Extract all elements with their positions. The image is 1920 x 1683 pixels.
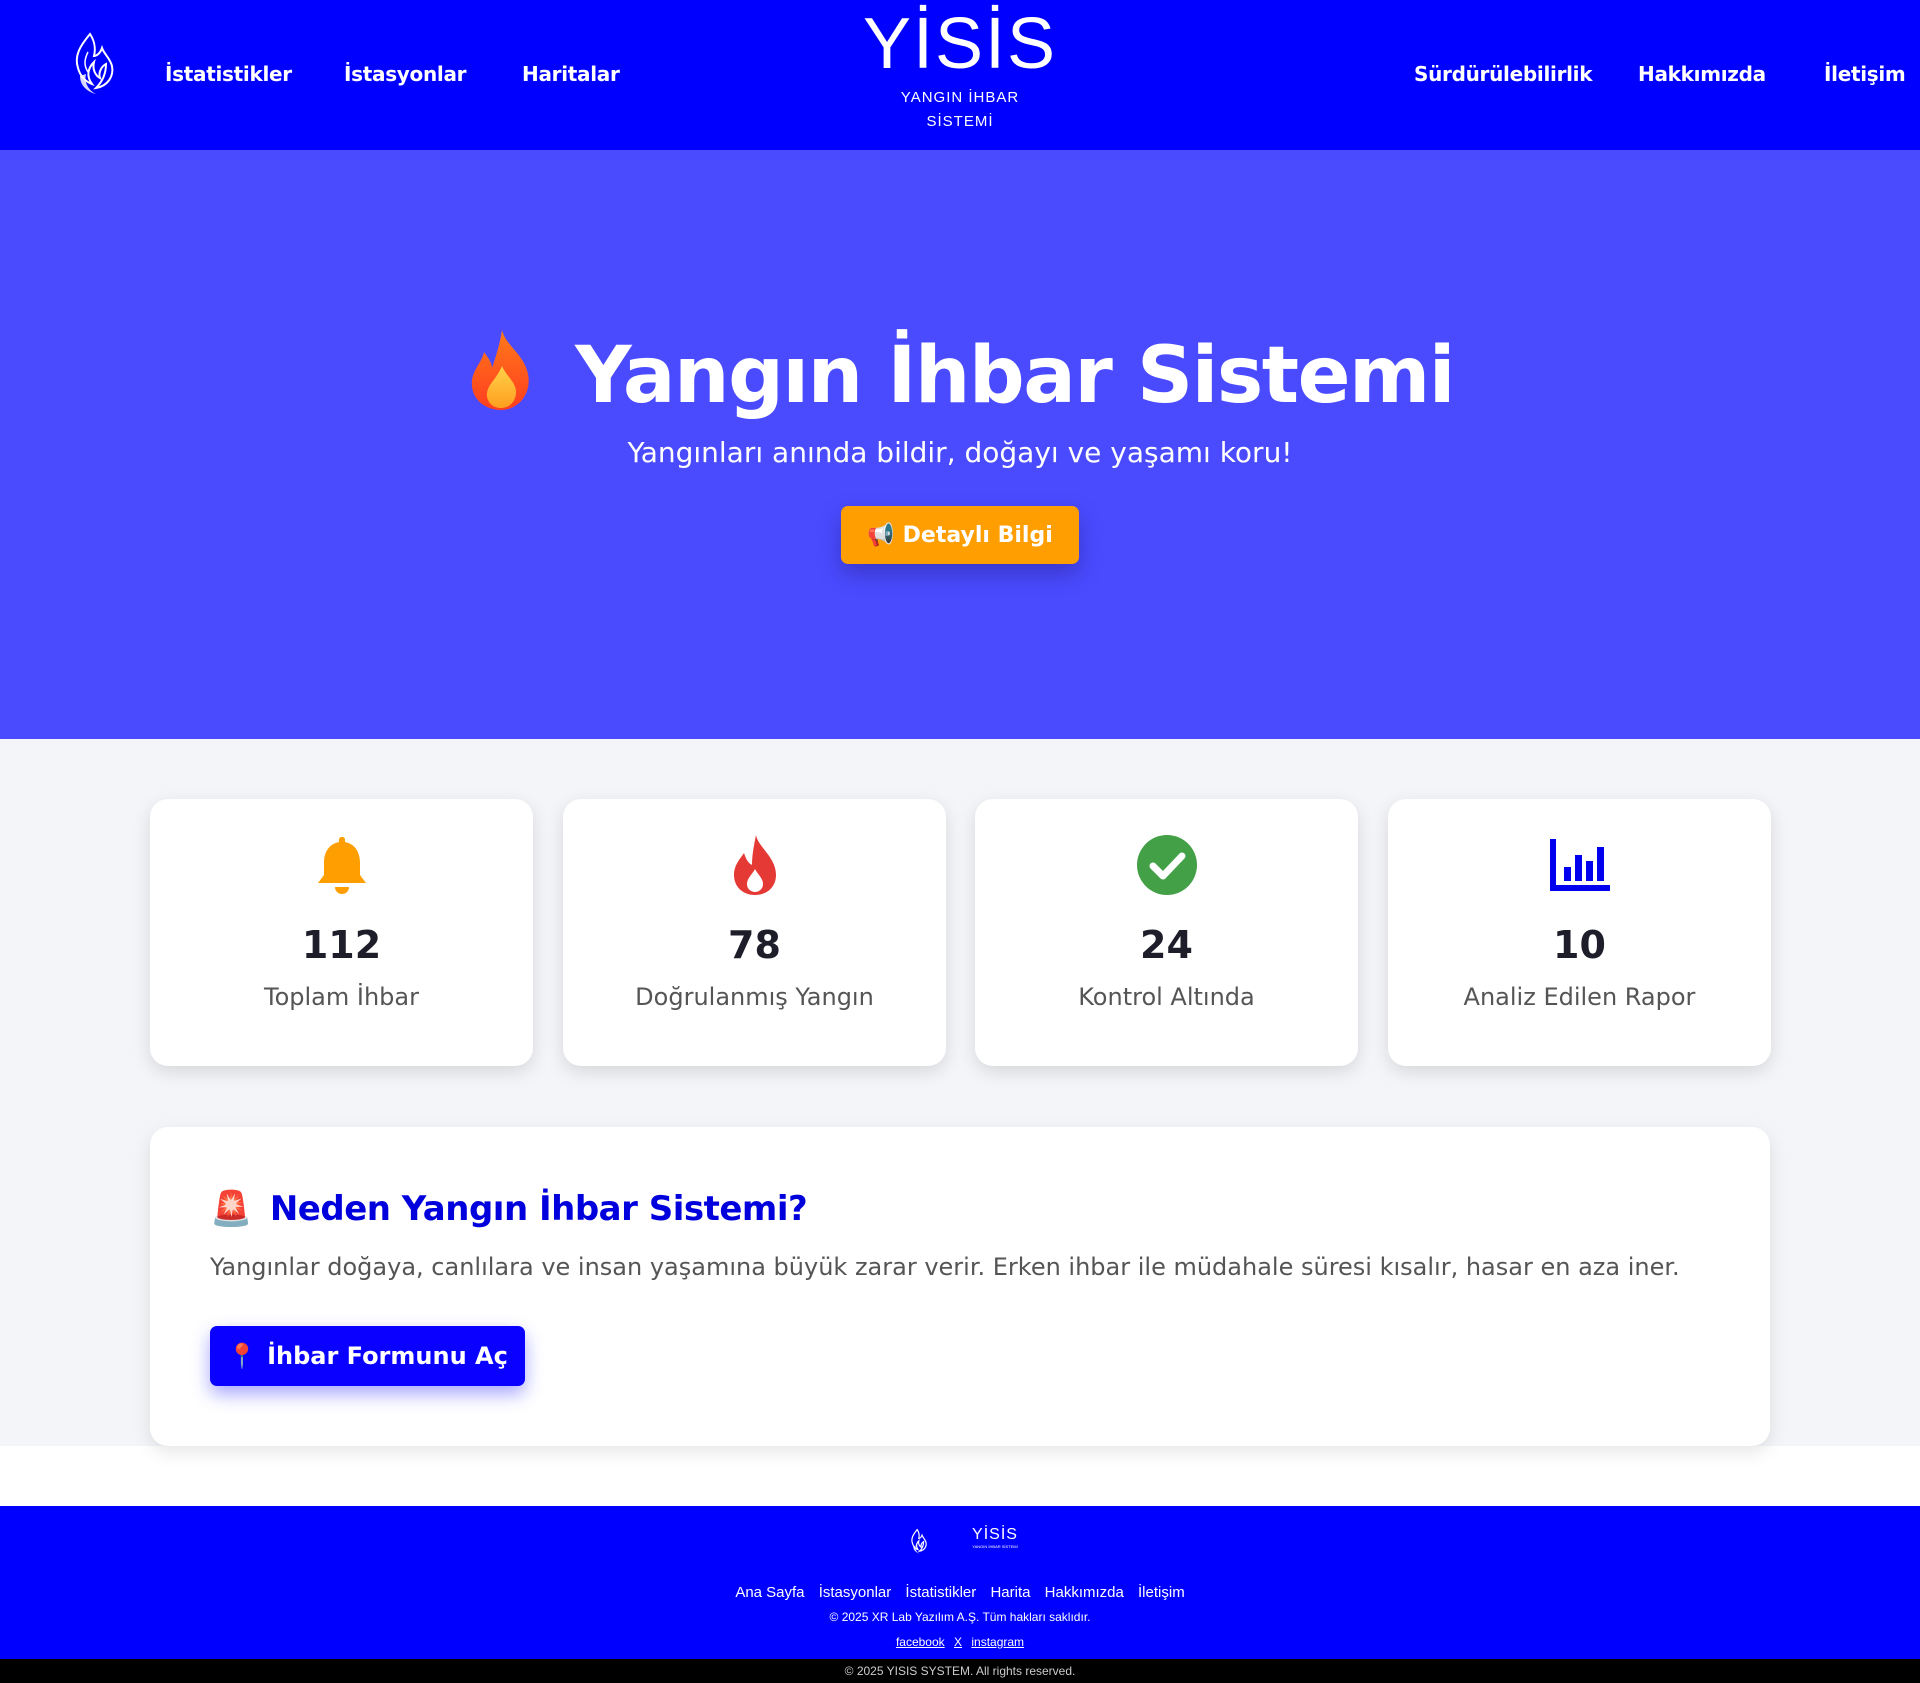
siren-icon: 🚨 (210, 1189, 252, 1229)
nav-link-maps[interactable]: Haritalar (522, 62, 620, 86)
stat-value: 112 (301, 923, 382, 967)
footer-nav: Ana Sayfa İstasyonlar İstatistikler Hari… (0, 1584, 1920, 1601)
check-circle-icon (1136, 835, 1197, 895)
nav-link-stations[interactable]: İstasyonlar (344, 62, 467, 86)
footer-link-statistics[interactable]: İstatistikler (905, 1584, 976, 1601)
section-background (0, 1446, 1920, 1506)
nav-link-about[interactable]: Hakkımızda (1638, 62, 1766, 86)
footer-link-about[interactable]: Hakkımızda (1045, 1584, 1124, 1601)
footer-copyright: © 2025 XR Lab Yazılım A.Ş. Tüm hakları s… (829, 1610, 1091, 1624)
stat-label: Toplam İhbar (264, 983, 419, 1011)
footer-brand[interactable]: YİSİS YANGIN İHBAR SİSTEMİ (965, 1526, 1025, 1549)
footer-brand-subtitle: YANGIN İHBAR SİSTEMİ (972, 1544, 1018, 1549)
open-report-form-button[interactable]: 📍 İhbar Formunu Aç (210, 1326, 525, 1386)
why-description: Yangınlar doğaya, canlılara ve insan yaş… (210, 1253, 1680, 1281)
bottom-copyright-bar: © 2025 YISIS SYSTEM. All rights reserved… (0, 1659, 1920, 1683)
facebook-link[interactable]: facebook (896, 1635, 945, 1649)
why-section-card: 🚨 Neden Yangın İhbar Sistemi? Yangınlar … (150, 1127, 1770, 1446)
footer-link-map[interactable]: Harita (990, 1584, 1030, 1601)
chart-bar-icon (1549, 839, 1610, 891)
stat-value: 10 (1553, 923, 1606, 967)
flame-logo-icon[interactable] (907, 1528, 929, 1556)
nav-link-contact[interactable]: İletişim (1824, 62, 1906, 86)
navbar: İstatistikler İstasyonlar Haritalar YİSİ… (0, 0, 1920, 150)
brand-subtitle-line1: YANGIN İHBAR (900, 89, 1020, 106)
bell-icon (317, 837, 366, 894)
details-button-label: Detaylı Bilgi (902, 522, 1053, 548)
why-heading: 🚨 Neden Yangın İhbar Sistemi? (210, 1189, 808, 1229)
x-link[interactable]: X (954, 1635, 962, 1649)
footer-brand-title: YİSİS (972, 1526, 1018, 1543)
stat-label: Kontrol Altında (1078, 983, 1255, 1011)
footer-link-contact[interactable]: İletişim (1138, 1584, 1185, 1601)
stat-label: Analiz Edilen Rapor (1463, 983, 1696, 1011)
hero-title: Yangın İhbar Sistemi (575, 331, 1455, 421)
brand-logo[interactable]: YİSİS YANGIN İHBAR SİSTEMİ (860, 2, 1060, 134)
fire-icon (471, 330, 529, 410)
brand-subtitle-line2: SİSTEMİ (926, 113, 994, 130)
footer: YİSİS YANGIN İHBAR SİSTEMİ Ana Sayfa İst… (0, 1506, 1920, 1659)
stat-value: 78 (728, 923, 781, 967)
nav-link-statistics[interactable]: İstatistikler (165, 62, 292, 86)
instagram-link[interactable]: instagram (971, 1635, 1024, 1649)
footer-link-stations[interactable]: İstasyonlar (819, 1584, 892, 1601)
why-heading-text: Neden Yangın İhbar Sistemi? (269, 1189, 808, 1229)
flame-logo-icon[interactable] (66, 30, 118, 100)
megaphone-icon: 📢 (867, 522, 895, 548)
pin-icon: 📍 (227, 1342, 258, 1370)
stat-card-confirmed-fires: 78 Doğrulanmış Yangın (563, 799, 946, 1066)
hero-section: Yangın İhbar Sistemi Yangınları anında b… (0, 150, 1920, 739)
brand-title: YİSİS (862, 4, 1058, 84)
hero-subtitle: Yangınları anında bildir, doğayı ve yaşa… (627, 436, 1293, 469)
open-report-form-label: İhbar Formunu Aç (267, 1342, 508, 1370)
fire-icon (733, 835, 776, 895)
stat-value: 24 (1140, 923, 1193, 967)
stat-card-total-reports: 112 Toplam İhbar (150, 799, 533, 1066)
nav-link-sustainability[interactable]: Sürdürülebilirlik (1414, 62, 1593, 86)
stat-label: Doğrulanmış Yangın (635, 983, 874, 1011)
stat-card-under-control: 24 Kontrol Altında (975, 799, 1358, 1066)
hero-title-row: Yangın İhbar Sistemi (0, 328, 1920, 421)
details-button[interactable]: 📢 Detaylı Bilgi (841, 506, 1079, 564)
footer-link-home[interactable]: Ana Sayfa (735, 1584, 804, 1601)
footer-social-links: facebook X instagram (0, 1635, 1920, 1649)
stat-card-analyzed-reports: 10 Analiz Edilen Rapor (1388, 799, 1771, 1066)
